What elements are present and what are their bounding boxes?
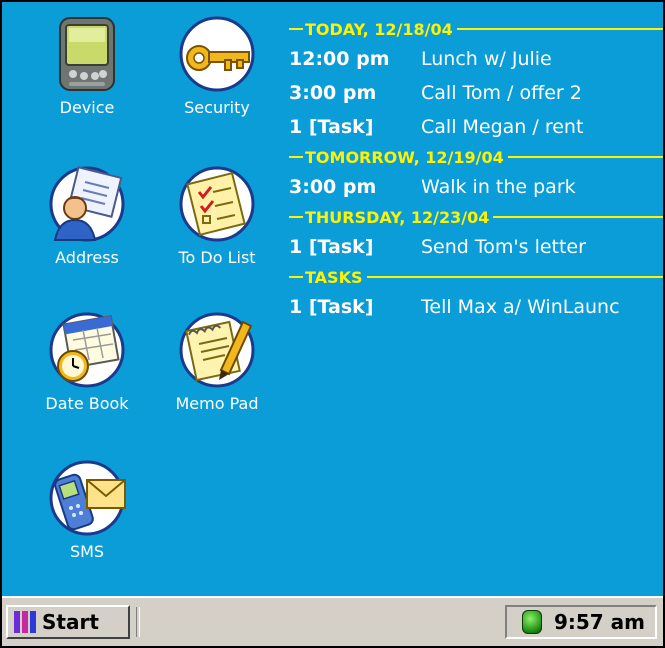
app-address[interactable]: Address xyxy=(37,164,137,267)
app-sms[interactable]: SMS xyxy=(37,458,137,561)
item-time: 3:00 pm xyxy=(289,82,377,104)
agenda-item[interactable]: 3:00 pm Call Tom / offer 2 xyxy=(289,76,663,110)
agenda-item[interactable]: 12:00 pm Lunch w/ Julie xyxy=(289,42,663,76)
app-to-do-list[interactable]: To Do List xyxy=(167,164,267,267)
item-time: 1 [Task] xyxy=(289,236,374,258)
app-date-book[interactable]: Date Book xyxy=(37,310,137,413)
section-title: THURSDAY, 12/23/04 xyxy=(305,207,490,227)
agenda-section-header: TASKS xyxy=(289,264,663,290)
app-memo-pad[interactable]: Memo Pad xyxy=(167,310,267,413)
battery-icon[interactable] xyxy=(521,610,542,634)
item-text: Send Tom's letter xyxy=(421,236,586,258)
checklist-icon xyxy=(179,166,255,242)
section-title: TODAY, 12/18/04 xyxy=(305,19,453,39)
agenda-panel: TODAY, 12/18/04 12:00 pm Lunch w/ Julie … xyxy=(289,16,663,324)
item-text: Tell Max a/ WinLaunc xyxy=(421,296,620,318)
item-text: Lunch w/ Julie xyxy=(421,48,552,70)
item-time: 12:00 pm xyxy=(289,48,390,70)
start-label: Start xyxy=(42,610,99,634)
clock[interactable]: 9:57 am xyxy=(554,610,645,634)
address-card-icon xyxy=(49,166,125,242)
app-label: Memo Pad xyxy=(175,394,259,413)
app-label: Device xyxy=(59,98,115,117)
start-button[interactable]: Start xyxy=(6,605,130,639)
item-text: Walk in the park xyxy=(421,176,576,198)
app-device[interactable]: Device xyxy=(37,14,137,117)
palm-device-icon xyxy=(59,17,115,91)
item-text: Call Megan / rent xyxy=(421,116,584,138)
app-label: Security xyxy=(184,98,250,117)
item-text: Call Tom / offer 2 xyxy=(421,82,582,104)
app-label: SMS xyxy=(69,542,105,561)
app-label: To Do List xyxy=(178,248,256,267)
agenda-item[interactable]: 1 [Task] Tell Max a/ WinLaunc xyxy=(289,290,663,324)
phone-envelope-icon xyxy=(49,460,126,536)
item-time: 1 [Task] xyxy=(289,296,374,318)
agenda-item[interactable]: 1 [Task] Call Megan / rent xyxy=(289,110,663,144)
pda-screen: Device Security Address To Do List Date … xyxy=(0,0,665,648)
taskbar: Start 9:57 am xyxy=(2,596,663,646)
taskbar-separator xyxy=(136,607,140,637)
app-label: Date Book xyxy=(45,394,129,413)
agenda-item[interactable]: 1 [Task] Send Tom's letter xyxy=(289,230,663,264)
section-title: TASKS xyxy=(305,267,363,287)
app-label: Address xyxy=(55,248,119,267)
item-time: 1 [Task] xyxy=(289,116,374,138)
memo-pencil-icon xyxy=(179,312,255,388)
agenda-section-header: TOMORROW, 12/19/04 xyxy=(289,144,663,170)
key-icon xyxy=(179,16,255,92)
agenda-item[interactable]: 3:00 pm Walk in the park xyxy=(289,170,663,204)
item-time: 3:00 pm xyxy=(289,176,377,198)
calendar-clock-icon xyxy=(49,312,125,388)
agenda-section-header: THURSDAY, 12/23/04 xyxy=(289,204,663,230)
app-security[interactable]: Security xyxy=(167,14,267,117)
section-title: TOMORROW, 12/19/04 xyxy=(305,147,504,167)
windows-flag-icon xyxy=(14,611,36,633)
system-tray[interactable]: 9:57 am xyxy=(505,605,657,639)
agenda-section-header: TODAY, 12/18/04 xyxy=(289,16,663,42)
